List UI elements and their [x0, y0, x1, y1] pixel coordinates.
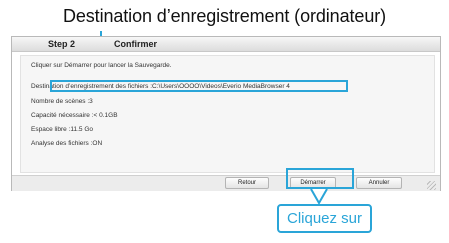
dialog-title: Confirmer	[114, 39, 158, 49]
instruction-text: Cliquer sur Démarrer pour lancer la Sauv…	[31, 62, 172, 69]
dialog-content: Cliquer sur Démarrer pour lancer la Sauv…	[20, 55, 435, 173]
scene-count-text: Nombre de scènes :3	[31, 98, 93, 105]
destination-highlight-box	[50, 80, 348, 92]
backup-confirm-dialog: Step 2 Confirmer Cliquer sur Démarrer po…	[11, 36, 441, 191]
step-label: Step 2	[48, 39, 76, 49]
click-here-callout: Cliquez sur	[277, 204, 372, 233]
start-button-highlight-box	[286, 168, 354, 189]
dialog-header: Step 2 Confirmer	[12, 37, 440, 52]
free-space-text: Espace libre :11.5 Go	[31, 126, 94, 133]
resize-grip-icon[interactable]	[427, 181, 436, 190]
destination-callout-label: Destination d’enregistrement (ordinateur…	[62, 6, 387, 26]
back-button[interactable]: Retour	[225, 177, 269, 189]
file-analysis-text: Analyse des fichiers :ON	[31, 140, 103, 147]
cancel-button[interactable]: Annuler	[356, 177, 402, 189]
callout-pointer-icon	[310, 188, 328, 205]
required-capacity-text: Capacité nécessaire :< 0.1GB	[31, 112, 118, 119]
